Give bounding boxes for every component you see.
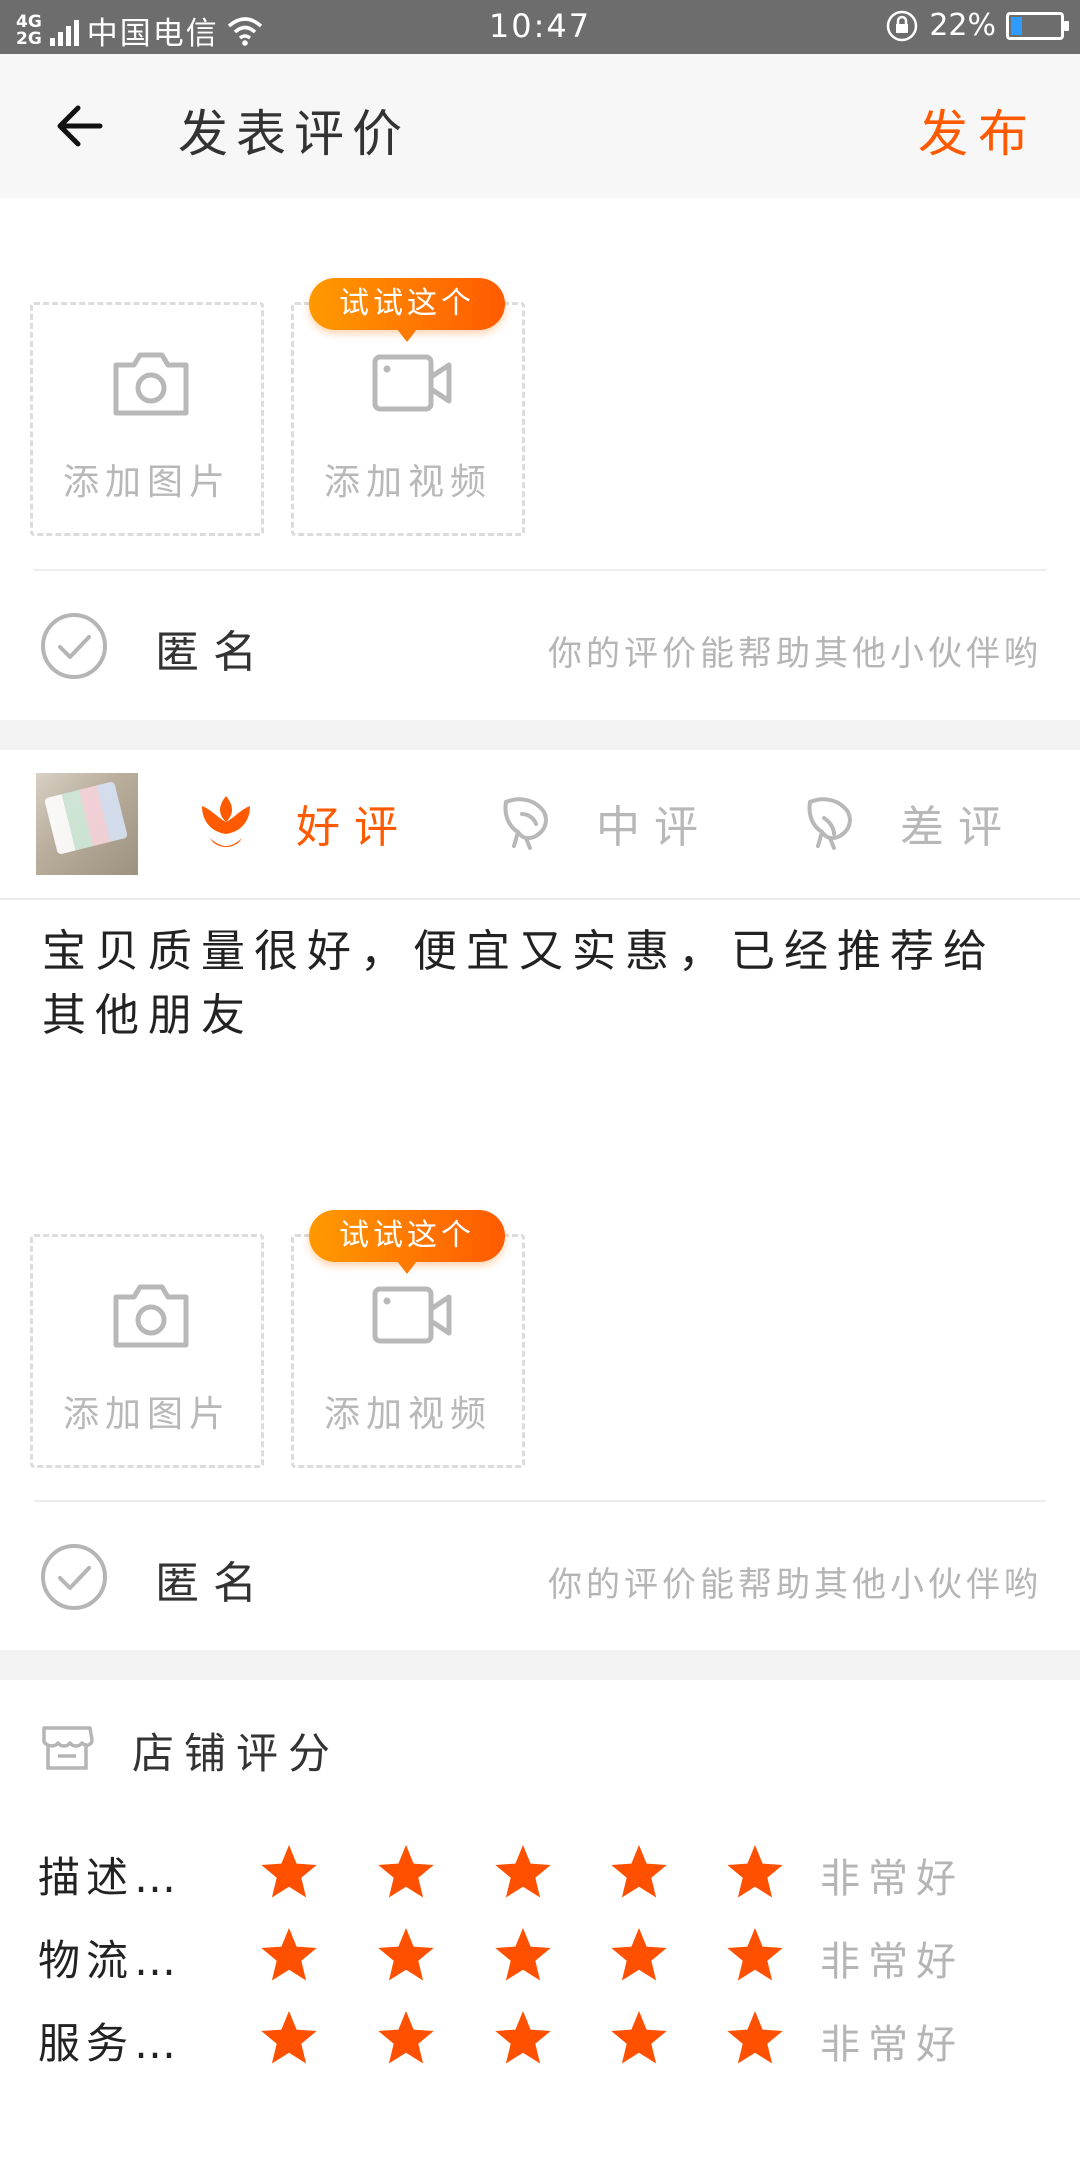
rating-bad-label: 差评 (900, 802, 1016, 853)
star-icon[interactable] (258, 2008, 320, 2070)
star-icon[interactable] (608, 2008, 670, 2070)
anonymous-hint: 你的评价能帮助其他小伙伴哟 (548, 634, 1042, 674)
anonymous-label: 匿名 (155, 1558, 271, 1609)
score-text: 非常好 (820, 2022, 964, 2068)
rating-option-bad[interactable]: 差评 (800, 788, 1016, 858)
try-this-badge[interactable]: 试试这个 (309, 278, 505, 342)
star-icon[interactable] (492, 1925, 554, 1987)
publish-button[interactable]: 发布 (918, 94, 1038, 166)
score-row: 服务… 非常好 (0, 2002, 1080, 2082)
star-icon[interactable] (258, 1925, 320, 1987)
flower-bad-icon (807, 797, 852, 850)
add-video-label: 添加视频 (323, 462, 492, 503)
anonymous-row-2[interactable]: 匿名 你的评价能帮助其他小伙伴哟 (0, 1521, 1080, 1631)
shop-rating-title: 店铺评分 (132, 1729, 341, 1778)
score-row: 描述… 非常好 (0, 1836, 1080, 1916)
battery-fill (1011, 16, 1022, 35)
comment-textarea[interactable]: 宝贝质量很好，便宜又实惠，已经推荐给其他朋友 (42, 920, 1032, 1048)
try-this-badge-2[interactable]: 试试这个 (309, 1210, 505, 1274)
section-gap (0, 1650, 1080, 1680)
star-icon[interactable] (375, 1925, 437, 1987)
rating-good-label: 好评 (296, 802, 412, 853)
page-title: 发表评价 (178, 105, 410, 163)
divider (34, 569, 1046, 571)
score-label: 描述… (38, 1853, 183, 1902)
star-icon[interactable] (724, 2008, 786, 2070)
anonymous-row-1[interactable]: 匿名 你的评价能帮助其他小伙伴哟 (0, 590, 1080, 700)
rotation-lock-icon (887, 10, 918, 41)
divider (34, 1500, 1046, 1502)
add-photo-label: 添加图片 (62, 1394, 231, 1435)
back-arrow-icon[interactable] (50, 96, 110, 156)
add-photo-label: 添加图片 (62, 462, 231, 503)
anonymous-label: 匿名 (155, 627, 271, 678)
store-icon (42, 1726, 94, 1770)
header: 发表评价 发布 (0, 54, 1080, 198)
rating-neutral-label: 中评 (596, 802, 712, 853)
camera-icon (113, 1284, 189, 1348)
anonymous-hint: 你的评价能帮助其他小伙伴哟 (548, 1565, 1042, 1605)
star-icon[interactable] (492, 2008, 554, 2070)
star-icon[interactable] (608, 1925, 670, 1987)
score-row: 物流… 非常好 (0, 1919, 1080, 1999)
star-icon[interactable] (375, 2008, 437, 2070)
check-circle-icon[interactable] (40, 612, 108, 680)
score-text: 非常好 (820, 1939, 964, 1985)
rating-option-neutral[interactable]: 中评 (496, 788, 712, 858)
star-icon[interactable] (724, 1842, 786, 1904)
rating-option-good[interactable]: 好评 (196, 788, 412, 858)
score-label: 物流… (38, 1936, 183, 1985)
flower-neutral-icon (503, 797, 548, 850)
score-label: 服务… (38, 2019, 183, 2068)
camera-icon (113, 352, 189, 416)
battery-icon (1006, 11, 1069, 40)
battery-percent: 22% (929, 8, 996, 43)
flower-good-icon (202, 796, 250, 847)
product-thumbnail (36, 773, 138, 875)
video-camera-icon (372, 1286, 452, 1344)
star-icon[interactable] (492, 1842, 554, 1904)
status-right: 22% (885, 8, 1069, 43)
add-video-label: 添加视频 (323, 1394, 492, 1435)
score-text: 非常好 (820, 1856, 964, 1902)
section-gap (0, 720, 1080, 750)
star-icon[interactable] (724, 1925, 786, 1987)
product-image (44, 781, 128, 855)
add-photo-button-2[interactable]: 添加图片 (30, 1234, 264, 1468)
add-photo-button[interactable]: 添加图片 (30, 302, 264, 536)
star-icon[interactable] (608, 1842, 670, 1904)
status-bar: 4G 2G 中国电信 10:47 22% (0, 0, 1080, 54)
check-circle-icon[interactable] (40, 1543, 108, 1611)
star-icon[interactable] (258, 1842, 320, 1904)
divider (0, 898, 1080, 900)
star-icon[interactable] (375, 1842, 437, 1904)
video-camera-icon (372, 354, 452, 412)
